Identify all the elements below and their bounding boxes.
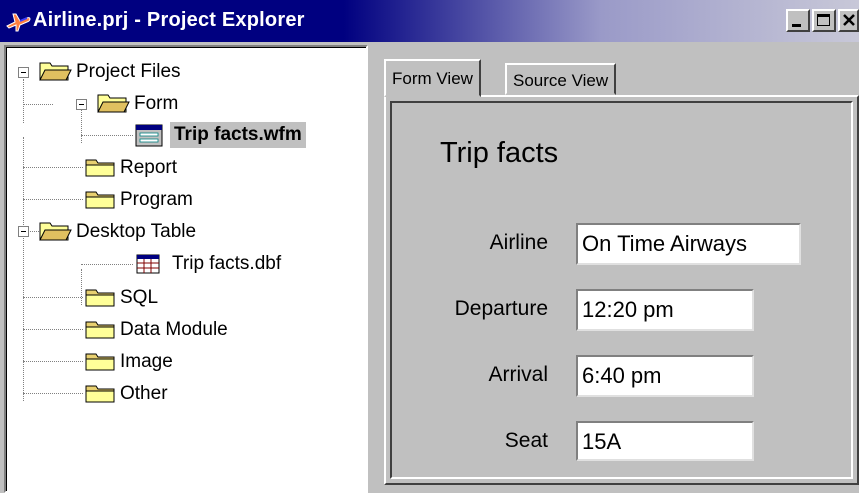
departure-field[interactable]: 12:20 pm [576,289,754,331]
collapse-toggle-desktop-table[interactable] [18,226,29,237]
folder-icon [85,353,115,371]
tree-item-data-module[interactable]: Data Module [84,317,228,347]
tree-label: Program [120,189,193,210]
tab-source-view[interactable]: Source View [505,63,617,95]
folder-icon [85,289,115,307]
form-title: Trip facts [440,137,559,169]
tree-item-image[interactable]: Image [84,349,173,379]
airplane-icon [6,13,31,32]
folder-icon [85,159,115,177]
designer-pane: Form View Source View Trip facts Airline… [378,45,859,493]
collapse-toggle-project-files[interactable] [18,67,29,78]
tree-item-other[interactable]: Other [84,381,168,411]
maximize-icon [817,14,830,26]
project-tree[interactable]: Project Files Form Trip facts.wfm Report… [4,45,368,493]
collapse-toggle-form[interactable] [76,99,87,110]
tree-label: Report [120,157,178,178]
seat-label: Seat [504,429,548,452]
folder-open-icon [39,222,72,241]
form-view-panel: Trip facts Airline On Time Airways Depar… [384,95,859,485]
tree-item-sql[interactable]: SQL [84,285,158,315]
tree-item-report[interactable]: Report [84,155,177,185]
tree-item-desktop-table[interactable]: Desktop Table [38,219,196,249]
tree-label: Data Module [120,319,228,340]
tree-label: Form [134,93,179,114]
maximize-button[interactable] [812,9,836,32]
tree-item-trip-facts-dbf[interactable]: Trip facts.dbf [134,251,281,281]
tree-item-program[interactable]: Program [84,187,193,217]
tree-item-project-files[interactable]: Project Files [38,59,181,89]
tree-label: Desktop Table [76,221,197,242]
airline-field[interactable]: On Time Airways [576,223,801,265]
tree-label: Project Files [76,61,181,82]
folder-icon [85,191,115,209]
airline-label: Airline [489,231,548,254]
departure-label: Departure [454,297,548,320]
tree-item-trip-facts-wfm[interactable]: Trip facts.wfm [134,122,306,152]
project-explorer-window: Airline.prj - Project Explorer Project F… [0,0,859,493]
arrival-label: Arrival [488,363,548,386]
tab-form-view[interactable]: Form View [384,59,481,97]
tree-label: Trip facts.dbf [172,253,282,274]
arrival-field[interactable]: 6:40 pm [576,355,754,397]
form-file-icon [135,124,163,147]
close-icon [843,14,855,26]
tree-label: SQL [120,287,159,308]
tree-label: Image [120,351,173,372]
tree-label-selected: Trip facts.wfm [170,122,306,148]
folder-icon [85,385,115,403]
minimize-button[interactable] [786,9,810,32]
tree-label: Other [120,383,168,404]
close-button[interactable] [838,9,859,32]
form-design-surface[interactable]: Trip facts Airline On Time Airways Depar… [390,101,853,479]
folder-open-icon [39,62,72,81]
minimize-icon [792,24,801,27]
title-bar[interactable]: Airline.prj - Project Explorer [0,0,859,42]
folder-icon [85,321,115,339]
table-file-icon [136,254,160,274]
window-title: Airline.prj - Project Explorer [33,9,305,31]
seat-field[interactable]: 15A [576,421,754,461]
tree-item-form[interactable]: Form [96,91,178,121]
folder-open-icon [97,94,130,113]
